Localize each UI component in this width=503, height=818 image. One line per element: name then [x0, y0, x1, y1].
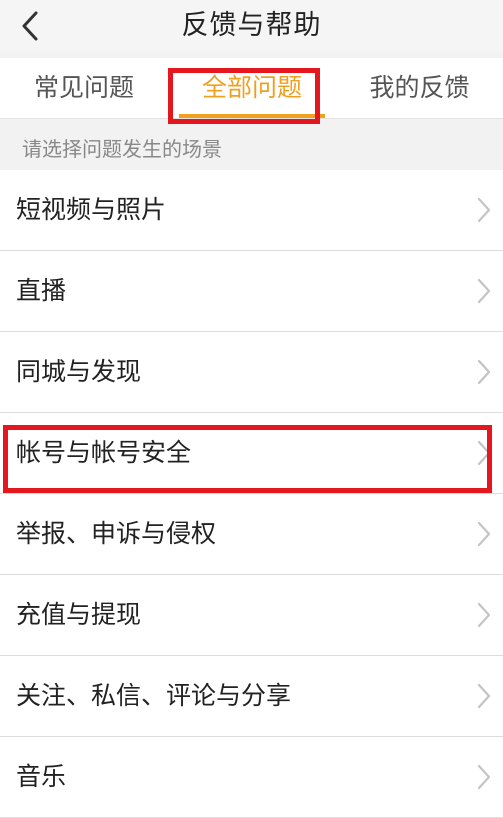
- list-item-label: 举报、申诉与侵权: [16, 519, 217, 548]
- list-item-label: 充值与提现: [16, 600, 142, 629]
- tab-bar: 常见问题 全部问题 我的反馈: [0, 58, 503, 119]
- chevron-right-icon: [477, 440, 491, 466]
- chevron-right-icon: [477, 602, 491, 628]
- chevron-right-icon: [477, 683, 491, 709]
- list-item-label: 关注、私信、评论与分享: [16, 681, 292, 710]
- list-item-short-video-photos[interactable]: 短视频与照片: [0, 170, 503, 251]
- list-item-report-appeal[interactable]: 举报、申诉与侵权: [0, 494, 503, 575]
- chevron-right-icon: [477, 359, 491, 385]
- list-item-recharge-withdraw[interactable]: 充值与提现: [0, 575, 503, 656]
- list-item-label: 音乐: [16, 762, 67, 791]
- chevron-right-icon: [477, 197, 491, 223]
- tab-my-feedback[interactable]: 我的反馈: [336, 58, 503, 118]
- list-item-label: 同城与发现: [16, 357, 142, 386]
- tab-all-questions[interactable]: 全部问题: [168, 58, 336, 118]
- chevron-right-icon: [477, 764, 491, 790]
- list-item-label: 直播: [16, 276, 67, 305]
- list-item-label: 帐号与帐号安全: [16, 438, 192, 467]
- list-item-live[interactable]: 直播: [0, 251, 503, 332]
- chevron-right-icon: [477, 521, 491, 547]
- list-item-music[interactable]: 音乐: [0, 737, 503, 818]
- section-label: 请选择问题发生的场景: [22, 137, 222, 161]
- list-item-follow-message-comment[interactable]: 关注、私信、评论与分享: [0, 656, 503, 737]
- active-tab-indicator: [179, 114, 325, 118]
- tab-common-questions[interactable]: 常见问题: [0, 58, 168, 118]
- list-item-nearby-discover[interactable]: 同城与发现: [0, 332, 503, 413]
- issue-category-list: 短视频与照片 直播 同城与发现 帐号与帐号安全 举报、申诉与侵权 充值与提现 关…: [0, 170, 503, 818]
- chevron-right-icon: [477, 278, 491, 304]
- app-header: 反馈与帮助: [0, 0, 503, 52]
- page-title: 反馈与帮助: [181, 10, 322, 41]
- list-item-account-security[interactable]: 帐号与帐号安全: [0, 413, 503, 494]
- list-item-label: 短视频与照片: [16, 195, 167, 224]
